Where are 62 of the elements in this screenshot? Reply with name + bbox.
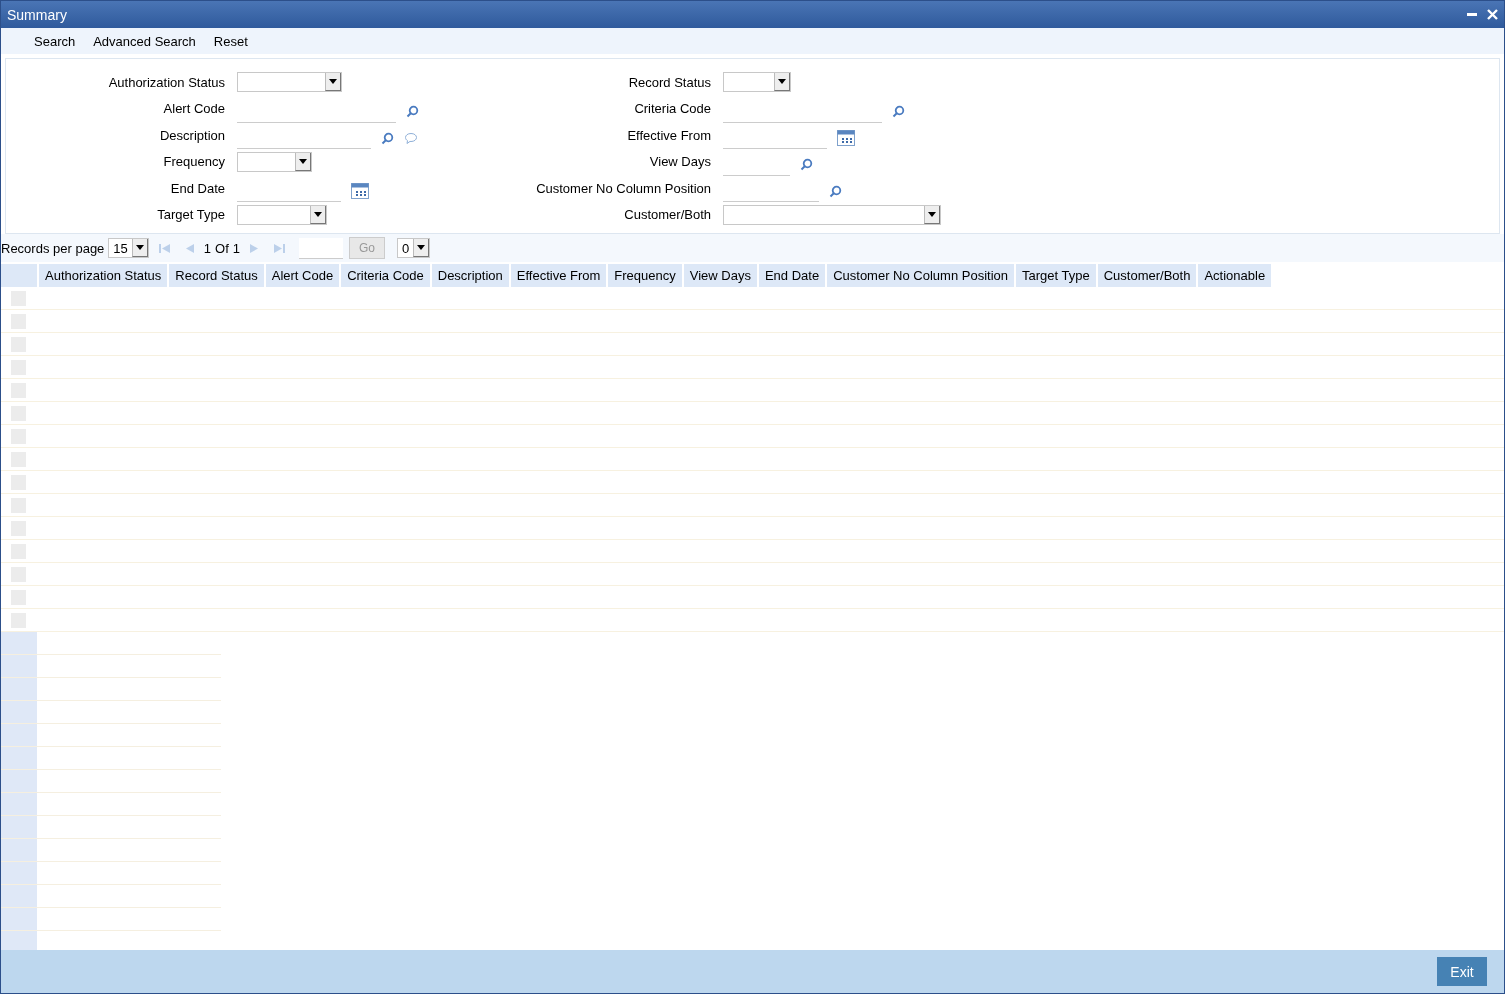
column-header[interactable]: Customer No Column Position: [827, 264, 1016, 287]
column-header[interactable]: Criteria Code: [341, 264, 432, 287]
caret-icon: [778, 79, 786, 85]
search-icon[interactable]: [800, 158, 813, 172]
column-header[interactable]: Description: [431, 264, 511, 287]
column-header[interactable]: Authorization Status: [39, 264, 170, 287]
column-header[interactable]: Record Status: [169, 264, 266, 287]
field-label: Description: [158, 127, 226, 143]
search-icon[interactable]: [892, 105, 905, 119]
column-header[interactable]: End Date: [758, 264, 828, 287]
column-header[interactable]: View Days: [683, 264, 759, 287]
toolbar-button[interactable]: Reset: [204, 29, 257, 53]
field-label: End Date: [169, 180, 226, 196]
page-size-dropdown[interactable]: 15: [108, 238, 149, 258]
last-page-icon[interactable]: [274, 242, 285, 254]
field-label: Customer No Column Position: [535, 180, 712, 196]
page-of-label: Of: [215, 240, 229, 256]
field-label: Frequency: [162, 154, 226, 170]
dropdown[interactable]: [237, 151, 312, 172]
page-number: 1: [203, 240, 212, 256]
field-label: Authorization Status: [107, 74, 226, 90]
page-total: 1: [232, 240, 240, 256]
caret-icon: [314, 211, 322, 217]
field-label: View Days: [648, 154, 712, 170]
first-page-icon[interactable]: [158, 242, 170, 254]
close-icon[interactable]: [1487, 9, 1498, 20]
field-label: Target Type: [156, 207, 226, 223]
caret-icon: [299, 158, 307, 164]
column-header[interactable]: Frequency: [608, 264, 684, 287]
column-header[interactable]: Actionable: [1198, 264, 1274, 287]
dropdown[interactable]: [237, 72, 342, 93]
search-icon[interactable]: [829, 184, 842, 198]
field-label: Record Status: [627, 74, 712, 90]
speech-bubble-icon[interactable]: [404, 131, 418, 145]
column-header[interactable]: Customer/Both: [1097, 264, 1199, 287]
window-title: Summary: [7, 6, 67, 23]
toolbar-button[interactable]: Search: [25, 29, 85, 53]
page-input[interactable]: [299, 237, 343, 259]
calendar-icon[interactable]: [351, 183, 369, 200]
minimize-icon[interactable]: [1467, 12, 1477, 17]
next-page-icon[interactable]: [250, 243, 258, 253]
search-icon[interactable]: [406, 105, 419, 119]
toolbar-button[interactable]: Advanced Search: [84, 29, 205, 53]
column-header[interactable]: Effective From: [510, 264, 609, 287]
caret-icon: [928, 211, 936, 217]
field-label: Alert Code: [162, 101, 226, 117]
column-header[interactable]: Target Type: [1016, 264, 1098, 287]
dropdown[interactable]: [723, 72, 791, 93]
caret-icon: [135, 245, 144, 250]
column-header[interactable]: Alert Code: [265, 264, 342, 287]
field-label: Customer/Both: [623, 207, 712, 223]
records-per-page-label: Records per page: [1, 240, 105, 256]
caret-icon: [417, 245, 426, 250]
exit-button[interactable]: Exit: [1437, 957, 1487, 986]
dropdown[interactable]: [237, 204, 327, 225]
jump-dropdown[interactable]: 0: [397, 238, 431, 258]
calendar-icon[interactable]: [837, 130, 855, 147]
search-icon[interactable]: [381, 131, 394, 145]
caret-icon: [329, 79, 337, 85]
field-label: Effective From: [626, 127, 712, 143]
previous-page-icon[interactable]: [185, 243, 194, 253]
field-label: Criteria Code: [633, 101, 712, 117]
